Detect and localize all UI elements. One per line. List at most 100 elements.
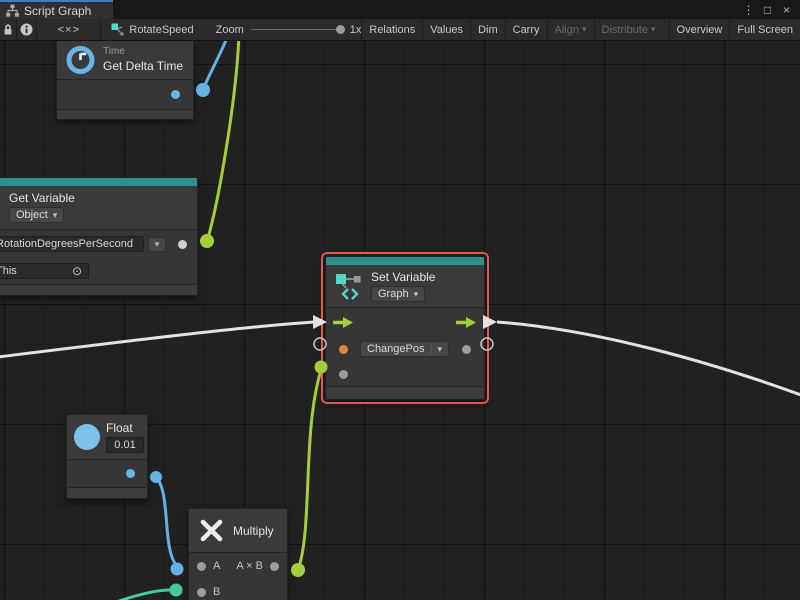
caret-down-icon: ▾ (414, 290, 419, 299)
flow-output-port[interactable] (456, 316, 477, 329)
set-variable-icon (334, 271, 364, 301)
port-get-variable-output[interactable] (178, 240, 187, 249)
port-a-label: A (213, 560, 220, 572)
cable-to-multiply-b (55, 590, 170, 600)
multiply-icon (199, 518, 224, 543)
node-set-variable[interactable]: Set Variable Graph ▾ ChangePos (325, 256, 485, 400)
distribute-label: Distribute (602, 24, 648, 36)
target-object-field[interactable]: This ⊙ (0, 263, 89, 279)
port-delta-time-output[interactable] (171, 90, 180, 99)
float-icon (74, 424, 100, 450)
node-header: Time Get Delta Time (57, 41, 193, 79)
values-label: Values (430, 24, 463, 36)
node-float-literal[interactable]: Float 0.01 (66, 414, 148, 499)
node-title: Get Delta Time (103, 59, 183, 73)
caret-down-icon: ▾ (155, 240, 160, 249)
port-value-input[interactable] (339, 370, 348, 379)
port-float-output[interactable] (126, 469, 135, 478)
info-icon (20, 23, 33, 36)
clock-icon (65, 44, 96, 75)
cable-flow-in (0, 322, 314, 358)
variable-header-strip (0, 178, 197, 186)
node-header: Set Variable Graph ▾ (326, 265, 484, 307)
node-header: Float 0.01 (67, 415, 147, 459)
variable-scope-dropdown[interactable]: Object ▾ (9, 207, 64, 223)
port-multiply-b-input[interactable] (197, 588, 206, 597)
node-title: Multiply (233, 524, 274, 538)
cable-float-to-multiply-a (156, 477, 176, 565)
port-variable-name-input[interactable] (339, 345, 348, 354)
info-button[interactable] (17, 19, 38, 40)
tab-title: Script Graph (24, 4, 91, 18)
breadcrumb[interactable]: RotateSpeed (101, 19, 203, 40)
node-footer (0, 284, 197, 295)
caret-down-icon: ▾ (53, 211, 58, 220)
graph-toolbar: <×> RotateSpeed Zoom 1x Relations Values… (0, 19, 800, 41)
caret-down-icon: ▾ (431, 345, 443, 354)
variable-name-dropdown-button[interactable]: ▾ (148, 237, 166, 252)
scope-label: Graph (378, 288, 409, 300)
relations-button[interactable]: Relations (361, 19, 422, 40)
zoom-control: Zoom 1x (216, 19, 362, 40)
port-output-label: A × B (236, 560, 263, 572)
align-label: Align (555, 24, 579, 36)
caret-down-icon: ▾ (651, 25, 656, 34)
port-b-label: B (213, 586, 220, 598)
node-get-variable[interactable]: Get Variable Object ▾ RotationDegreesPer… (0, 177, 198, 296)
code-glyph: <×> (58, 24, 80, 36)
node-title: Set Variable (371, 270, 435, 284)
variable-header-strip (326, 257, 484, 265)
distribute-dropdown[interactable]: Distribute ▾ (594, 19, 663, 40)
graph-asset-icon (111, 23, 124, 36)
float-value-field[interactable]: 0.01 (106, 437, 144, 453)
node-footer (57, 109, 193, 119)
cable-multiply-to-setvar (298, 370, 321, 570)
fullscreen-label: Full Screen (737, 24, 793, 36)
node-title: Float (106, 421, 133, 435)
port-multiply-a-input[interactable] (197, 562, 206, 571)
dim-button[interactable]: Dim (470, 19, 505, 40)
node-footer (326, 386, 484, 399)
target-label: This (0, 265, 17, 277)
carry-label: Carry (513, 24, 540, 36)
menu-icon[interactable]: ⋮ (739, 3, 758, 17)
graph-canvas[interactable]: Time Get Delta Time Get Variable Object … (0, 41, 800, 600)
dim-label: Dim (478, 24, 498, 36)
close-icon[interactable]: × (777, 3, 796, 17)
carry-button[interactable]: Carry (505, 19, 547, 40)
cable-flow-out (497, 322, 800, 399)
values-button[interactable]: Values (422, 19, 470, 40)
zoom-slider-thumb[interactable] (336, 25, 345, 34)
tab-strip: Script Graph ⋮ □ × (0, 0, 800, 19)
zoom-value: 1x (350, 24, 362, 36)
window-controls: ⋮ □ × (739, 0, 800, 19)
breadcrumb-label: RotateSpeed (129, 24, 193, 36)
maximize-icon[interactable]: □ (758, 3, 777, 17)
zoom-slider[interactable] (251, 29, 343, 30)
cable-delta-time-out (203, 41, 228, 90)
node-title: Get Variable (9, 191, 75, 205)
port-set-variable-output[interactable] (462, 345, 471, 354)
node-category: Time (103, 46, 125, 57)
variable-name-dropdown[interactable]: ChangePos ▾ (360, 341, 449, 357)
node-header: Get Variable Object ▾ (0, 186, 197, 229)
tab-script-graph[interactable]: Script Graph (0, 0, 113, 19)
code-preview-button[interactable]: <×> (37, 19, 101, 40)
variable-name-field[interactable]: RotationDegreesPerSecond (0, 236, 144, 252)
align-dropdown[interactable]: Align ▾ (547, 19, 594, 40)
node-header: Multiply (189, 509, 287, 552)
object-picker-icon[interactable]: ⊙ (72, 265, 82, 277)
node-multiply[interactable]: Multiply A A × B B (188, 508, 288, 600)
toolbar-right-group: Relations Values Dim Carry Align ▾ Distr… (361, 19, 800, 40)
zoom-label: Zoom (216, 24, 244, 36)
flow-input-port[interactable] (333, 316, 354, 329)
lock-button[interactable] (0, 19, 17, 40)
fullscreen-button[interactable]: Full Screen (729, 19, 800, 40)
node-get-delta-time[interactable]: Time Get Delta Time (56, 41, 194, 120)
variable-scope-dropdown[interactable]: Graph ▾ (371, 286, 425, 302)
scope-label: Object (16, 209, 48, 221)
port-multiply-output[interactable] (270, 562, 279, 571)
variable-name-label: ChangePos (367, 343, 425, 355)
overview-button[interactable]: Overview (669, 19, 730, 40)
lock-icon (2, 23, 14, 36)
